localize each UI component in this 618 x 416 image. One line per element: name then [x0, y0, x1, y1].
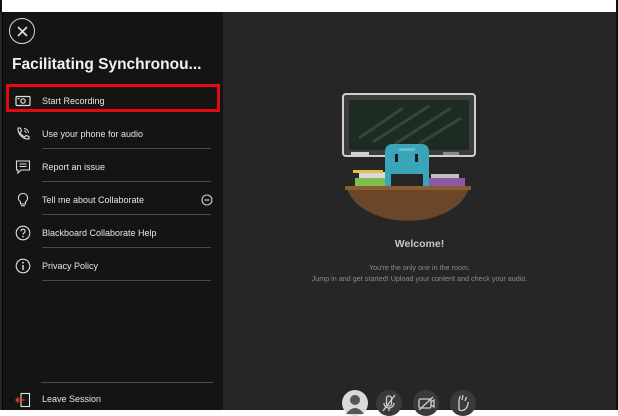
leave-session-button[interactable]: Leave Session: [15, 388, 175, 412]
close-menu-button[interactable]: [9, 18, 35, 44]
menu-item-privacy-policy[interactable]: Privacy Policy: [15, 251, 211, 281]
help-icon: [15, 225, 31, 241]
raise-hand-button[interactable]: [450, 390, 476, 416]
close-icon: [17, 26, 28, 37]
divider: [42, 181, 211, 182]
menu-item-label: Use your phone for audio: [42, 129, 144, 139]
classroom-illustration: [342, 93, 476, 221]
camera-button[interactable]: [413, 390, 439, 416]
menu-item-label: Tell me about Collaborate: [42, 195, 145, 205]
raise-hand-icon: [458, 394, 470, 412]
collapse-icon[interactable]: [201, 194, 213, 206]
leave-session-label: Leave Session: [42, 394, 102, 404]
microphone-button[interactable]: [376, 390, 402, 416]
lightbulb-icon: [17, 192, 29, 207]
menu-item-tell-me-about[interactable]: Tell me about Collaborate: [15, 185, 213, 215]
camera-off-icon: [418, 396, 435, 411]
info-icon: [15, 258, 31, 274]
welcome-line: You're the only one in the room.: [369, 263, 470, 272]
collaborate-window: Facilitating Synchronou... Start Recordi…: [0, 0, 618, 416]
divider: [42, 148, 211, 149]
divider: [42, 280, 211, 281]
welcome-line: Jump in and get started! Upload your con…: [311, 274, 528, 283]
welcome-message: You're the only one in the room. Jump in…: [223, 262, 616, 284]
profile-avatar-button[interactable]: [342, 390, 368, 416]
top-strip: [0, 0, 618, 12]
divider: [42, 214, 211, 215]
menu-item-label: Privacy Policy: [42, 261, 99, 271]
divider: [41, 382, 213, 383]
menu-item-label: Report an issue: [42, 162, 106, 172]
divider: [42, 247, 211, 248]
session-menu-panel: Facilitating Synchronou... Start Recordi…: [2, 12, 224, 410]
menu-item-report-issue[interactable]: Report an issue: [15, 152, 211, 182]
session-title: Facilitating Synchronou...: [12, 56, 202, 73]
welcome-heading: Welcome!: [394, 238, 445, 250]
record-icon: [15, 95, 31, 107]
menu-item-label: Start Recording: [42, 96, 105, 106]
menu-item-phone-audio[interactable]: Use your phone for audio: [15, 119, 211, 149]
menu-item-collaborate-help[interactable]: Blackboard Collaborate Help: [15, 218, 211, 248]
avatar-icon: [346, 395, 364, 414]
menu-item-start-recording[interactable]: Start Recording: [15, 86, 211, 116]
leave-icon: [15, 392, 31, 408]
menu-item-label: Blackboard Collaborate Help: [42, 228, 157, 238]
phone-icon: [17, 127, 30, 140]
report-icon: [15, 160, 31, 175]
mic-off-icon: [382, 394, 396, 412]
main-stage: Welcome! You're the only one in the room…: [223, 12, 618, 416]
